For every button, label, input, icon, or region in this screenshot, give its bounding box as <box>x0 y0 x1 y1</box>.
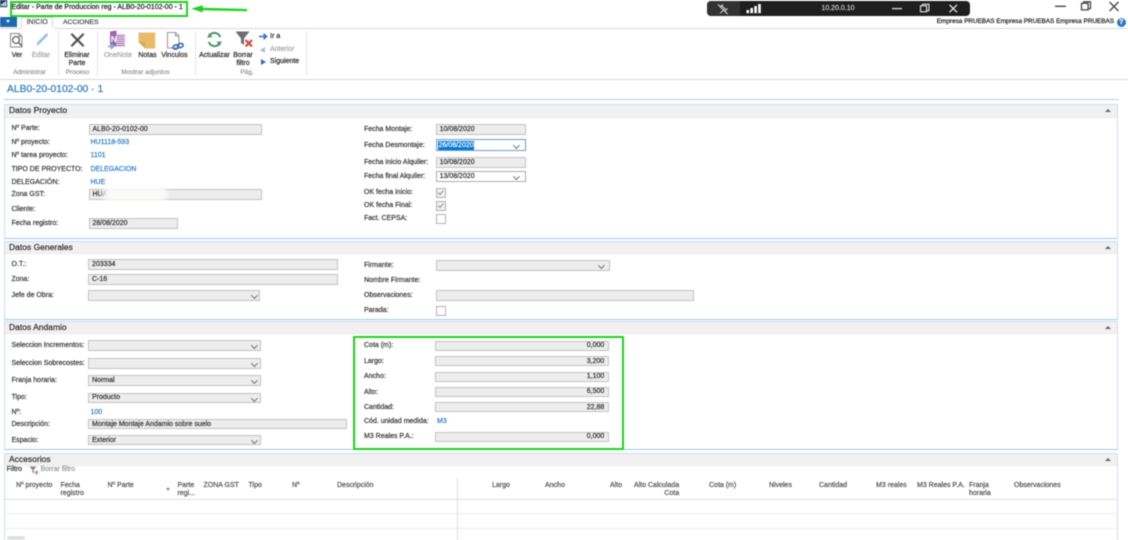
svg-text:N: N <box>111 34 117 44</box>
